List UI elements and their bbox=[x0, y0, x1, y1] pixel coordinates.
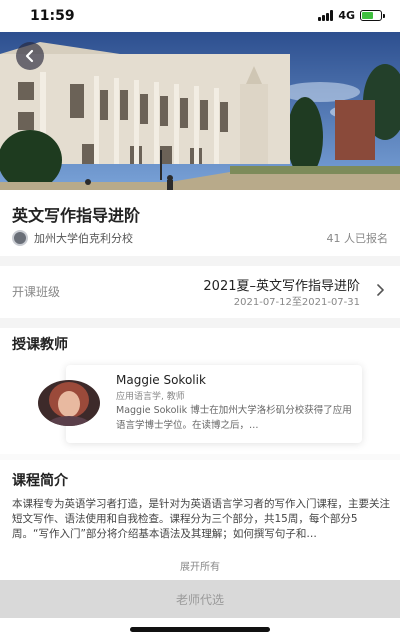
campus-building-photo bbox=[0, 32, 400, 190]
battery-icon bbox=[360, 10, 385, 21]
battery-level bbox=[362, 12, 373, 19]
course-intro-text: 本课程专为英语学习者打造，是针对为英语语言学习者的写作入门课程，主要关注短文写作… bbox=[12, 498, 390, 540]
chevron-right-icon bbox=[377, 284, 384, 296]
enrollment-count: 41 人已报名 bbox=[326, 232, 389, 245]
school-logo-icon bbox=[12, 230, 28, 246]
school-name[interactable]: 加州大学伯克利分校 bbox=[34, 230, 133, 246]
teacher-photo bbox=[38, 380, 100, 426]
signal-bars-icon bbox=[318, 10, 334, 21]
class-label: 开课班级 bbox=[12, 285, 61, 299]
section-divider bbox=[0, 454, 400, 460]
back-button[interactable] bbox=[16, 42, 44, 70]
status-bar: 11:59 4G bbox=[0, 0, 400, 32]
teacher-bio: Maggie Sokolik 博士在加州大学洛杉矶分校获得了应用语言学博士学位。… bbox=[116, 405, 352, 431]
teacher-role: 应用语言学, 教师 bbox=[116, 392, 185, 402]
network-label: 4G bbox=[338, 9, 355, 22]
class-name: 2021夏–英文写作指导进阶 bbox=[203, 279, 360, 294]
course-hero-image bbox=[0, 32, 400, 190]
section-divider bbox=[0, 256, 400, 266]
teacher-card[interactable]: Maggie Sokolik 应用语言学, 教师 Maggie Sokolik … bbox=[66, 365, 362, 443]
status-time: 11:59 bbox=[30, 8, 75, 24]
section-divider bbox=[0, 318, 400, 328]
school-row: 加州大学伯克利分校 41 人已报名 bbox=[12, 229, 388, 247]
course-title: 英文写作指导进阶 bbox=[12, 206, 141, 225]
teacher-avatar[interactable] bbox=[38, 380, 100, 426]
status-indicators: 4G bbox=[318, 9, 385, 22]
expand-all-link[interactable]: 展开所有 bbox=[0, 558, 400, 573]
class-dates: 2021-07-12至2021-07-31 bbox=[233, 297, 360, 308]
home-indicator[interactable] bbox=[130, 627, 270, 632]
teacher-section-title: 授课教师 bbox=[12, 337, 68, 353]
intro-section-title: 课程简介 bbox=[12, 473, 68, 489]
class-selector-row[interactable]: 开课班级 2021夏–英文写作指导进阶 2021-07-12至2021-07-3… bbox=[0, 267, 400, 315]
teacher-name: Maggie Sokolik bbox=[116, 373, 206, 387]
chevron-left-icon bbox=[25, 49, 34, 63]
teacher-select-button[interactable]: 老师代选 bbox=[0, 580, 400, 618]
